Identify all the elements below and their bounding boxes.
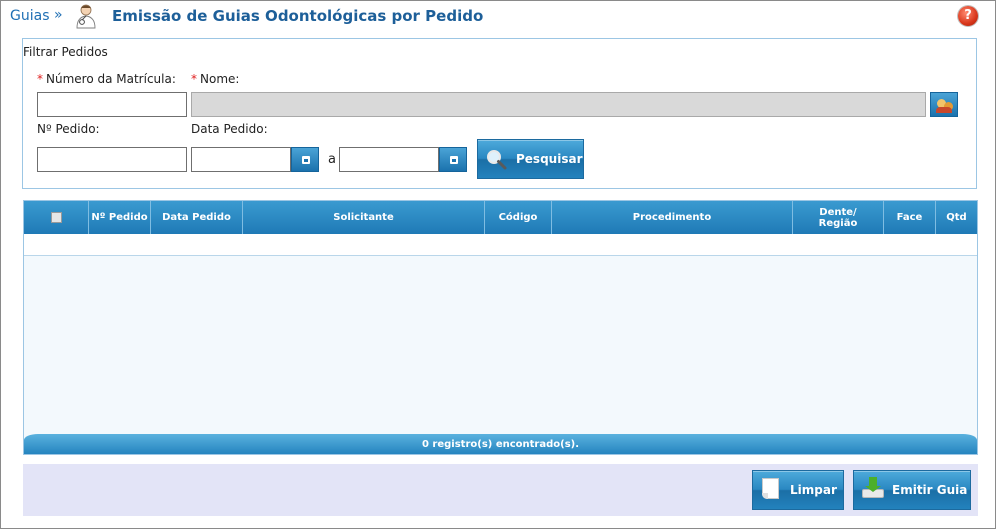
page-title: Emissão de Guias Odontológicas por Pedid… [112, 7, 484, 25]
matricula-input[interactable] [37, 92, 187, 117]
matricula-label-wrap: * Número da Matrícula: [37, 72, 176, 86]
nome-field [191, 92, 926, 117]
document-icon [762, 478, 779, 499]
page-header: Guias » Emissão de Guias Odontológicas p… [1, 1, 995, 31]
clear-button[interactable]: Limpar [752, 470, 844, 510]
required-mark: * [37, 72, 43, 86]
pedido-input[interactable] [37, 147, 187, 172]
header-codigo[interactable]: Código [485, 201, 552, 234]
emit-download-icon [862, 477, 884, 499]
breadcrumb-separator: » [54, 7, 63, 23]
grid-footer: 0 registro(s) encontrado(s). [24, 434, 977, 454]
data-from-input[interactable] [191, 147, 291, 172]
calendar-icon [302, 156, 310, 164]
header-qtd[interactable]: Qtd [936, 201, 977, 234]
matricula-label: Número da Matrícula: [46, 72, 176, 86]
calendar-from-button[interactable] [291, 147, 319, 172]
header-data-pedido[interactable]: Data Pedido [151, 201, 243, 234]
filter-panel: Filtrar Pedidos * Número da Matrícula: * N… [22, 38, 977, 189]
date-range-separator: a [328, 152, 336, 167]
results-grid: Nº Pedido Data Pedido Solicitante Código… [23, 200, 978, 455]
calendar-icon [450, 156, 458, 164]
header-solicitante[interactable]: Solicitante [243, 201, 485, 234]
action-bar: Limpar Emitir Guia [23, 464, 978, 516]
emit-guide-button[interactable]: Emitir Guia [853, 470, 971, 510]
select-all-checkbox[interactable] [50, 212, 62, 223]
filter-legend: Filtrar Pedidos [23, 45, 108, 59]
required-mark: * [191, 72, 197, 86]
breadcrumb-guias[interactable]: Guias [10, 8, 49, 24]
data-to-input[interactable] [339, 147, 439, 172]
emit-guide-button-label: Emitir Guia [892, 483, 968, 497]
header-pedido[interactable]: Nº Pedido [89, 201, 151, 234]
table-row [24, 234, 977, 256]
header-select-all-cell [24, 201, 89, 234]
clear-button-label: Limpar [790, 483, 837, 497]
grid-header: Nº Pedido Data Pedido Solicitante Código… [24, 201, 977, 234]
header-procedimento[interactable]: Procedimento [552, 201, 793, 234]
dentist-icon [76, 4, 96, 29]
search-button[interactable]: Pesquisar [477, 139, 584, 179]
header-face[interactable]: Face [884, 201, 936, 234]
beneficiary-search-button[interactable] [930, 92, 958, 117]
magnifier-icon [487, 150, 507, 170]
app-window: Guias » Emissão de Guias Odontológicas p… [0, 0, 996, 529]
header-dente-regiao[interactable]: Dente/ Região [793, 201, 884, 234]
nome-label-wrap: * Nome: [191, 72, 239, 86]
search-button-label: Pesquisar [516, 152, 583, 166]
calendar-to-button[interactable] [439, 147, 467, 172]
nome-label: Nome: [200, 72, 240, 86]
pedido-label: Nº Pedido: [37, 122, 100, 136]
data-pedido-label: Data Pedido: [191, 122, 268, 136]
help-icon[interactable]: ? [958, 6, 978, 26]
